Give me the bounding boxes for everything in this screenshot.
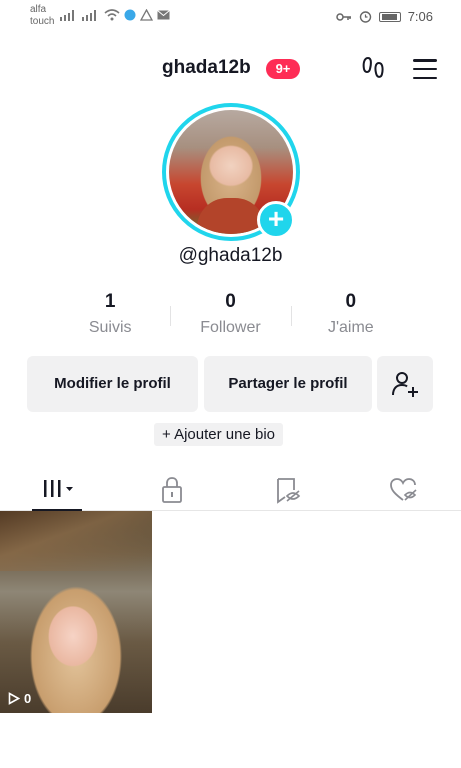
- status-icons-left: [60, 9, 170, 21]
- video-thumbnail[interactable]: 0: [0, 511, 152, 713]
- video-view-count: 0: [8, 691, 31, 706]
- lock-icon: [162, 477, 182, 503]
- warning-icon: [140, 9, 153, 21]
- status-icons-right: 7:06: [335, 9, 433, 24]
- add-photo-button[interactable]: +: [257, 201, 295, 239]
- footsteps-icon[interactable]: [360, 54, 388, 87]
- clock: 7:06: [407, 9, 433, 24]
- username-switcher[interactable]: ghada12b: [162, 57, 251, 79]
- tab-videos[interactable]: [32, 470, 82, 511]
- stat-value: 1: [104, 291, 116, 312]
- mail-icon: [157, 10, 170, 20]
- key-icon: [335, 12, 351, 21]
- stat-followers[interactable]: 0 Follower: [170, 290, 290, 342]
- wifi-icon: [104, 9, 120, 21]
- add-bio-button[interactable]: + Ajouter une bio: [154, 423, 284, 446]
- signal-icon: [60, 10, 74, 21]
- stat-label: Follower: [200, 319, 261, 336]
- thumbnail-image: [0, 511, 152, 571]
- stat-value: 0: [225, 291, 236, 312]
- profile-header: ghada12b 9+: [0, 52, 461, 84]
- carrier-name: alfa touch: [30, 4, 55, 27]
- grid-icon: [44, 480, 73, 497]
- signal-icon-2: [82, 10, 96, 21]
- profile-handle: @ghada12b: [178, 245, 283, 266]
- profile-tabs: [0, 470, 461, 511]
- tab-private[interactable]: [142, 470, 202, 510]
- stat-label: J'aime: [327, 319, 374, 336]
- play-icon: [8, 692, 20, 705]
- edit-profile-button[interactable]: Modifier le profil: [27, 356, 198, 412]
- app-notification-icon: [124, 9, 136, 21]
- stat-label: Suivis: [88, 319, 132, 336]
- tab-reposts[interactable]: [257, 470, 317, 510]
- add-friends-button[interactable]: [377, 356, 433, 412]
- add-user-icon: [392, 372, 418, 397]
- profile-stats: 1 Suivis 0 Follower 0 J'aime: [50, 290, 411, 342]
- share-profile-button[interactable]: Partager le profil: [204, 356, 372, 412]
- stat-likes[interactable]: 0 J'aime: [290, 290, 411, 342]
- hidden-repost-icon: [277, 478, 301, 504]
- battery-icon: [378, 11, 401, 22]
- notification-badge[interactable]: 9+: [266, 59, 300, 79]
- status-bar: alfa touch 7:06: [0, 0, 461, 34]
- menu-icon[interactable]: [413, 59, 437, 79]
- stat-following[interactable]: 1 Suivis: [50, 290, 170, 342]
- tab-liked[interactable]: [373, 470, 433, 510]
- alarm-icon: [359, 11, 371, 23]
- stat-value: 0: [345, 291, 357, 312]
- hidden-heart-icon: [390, 478, 417, 501]
